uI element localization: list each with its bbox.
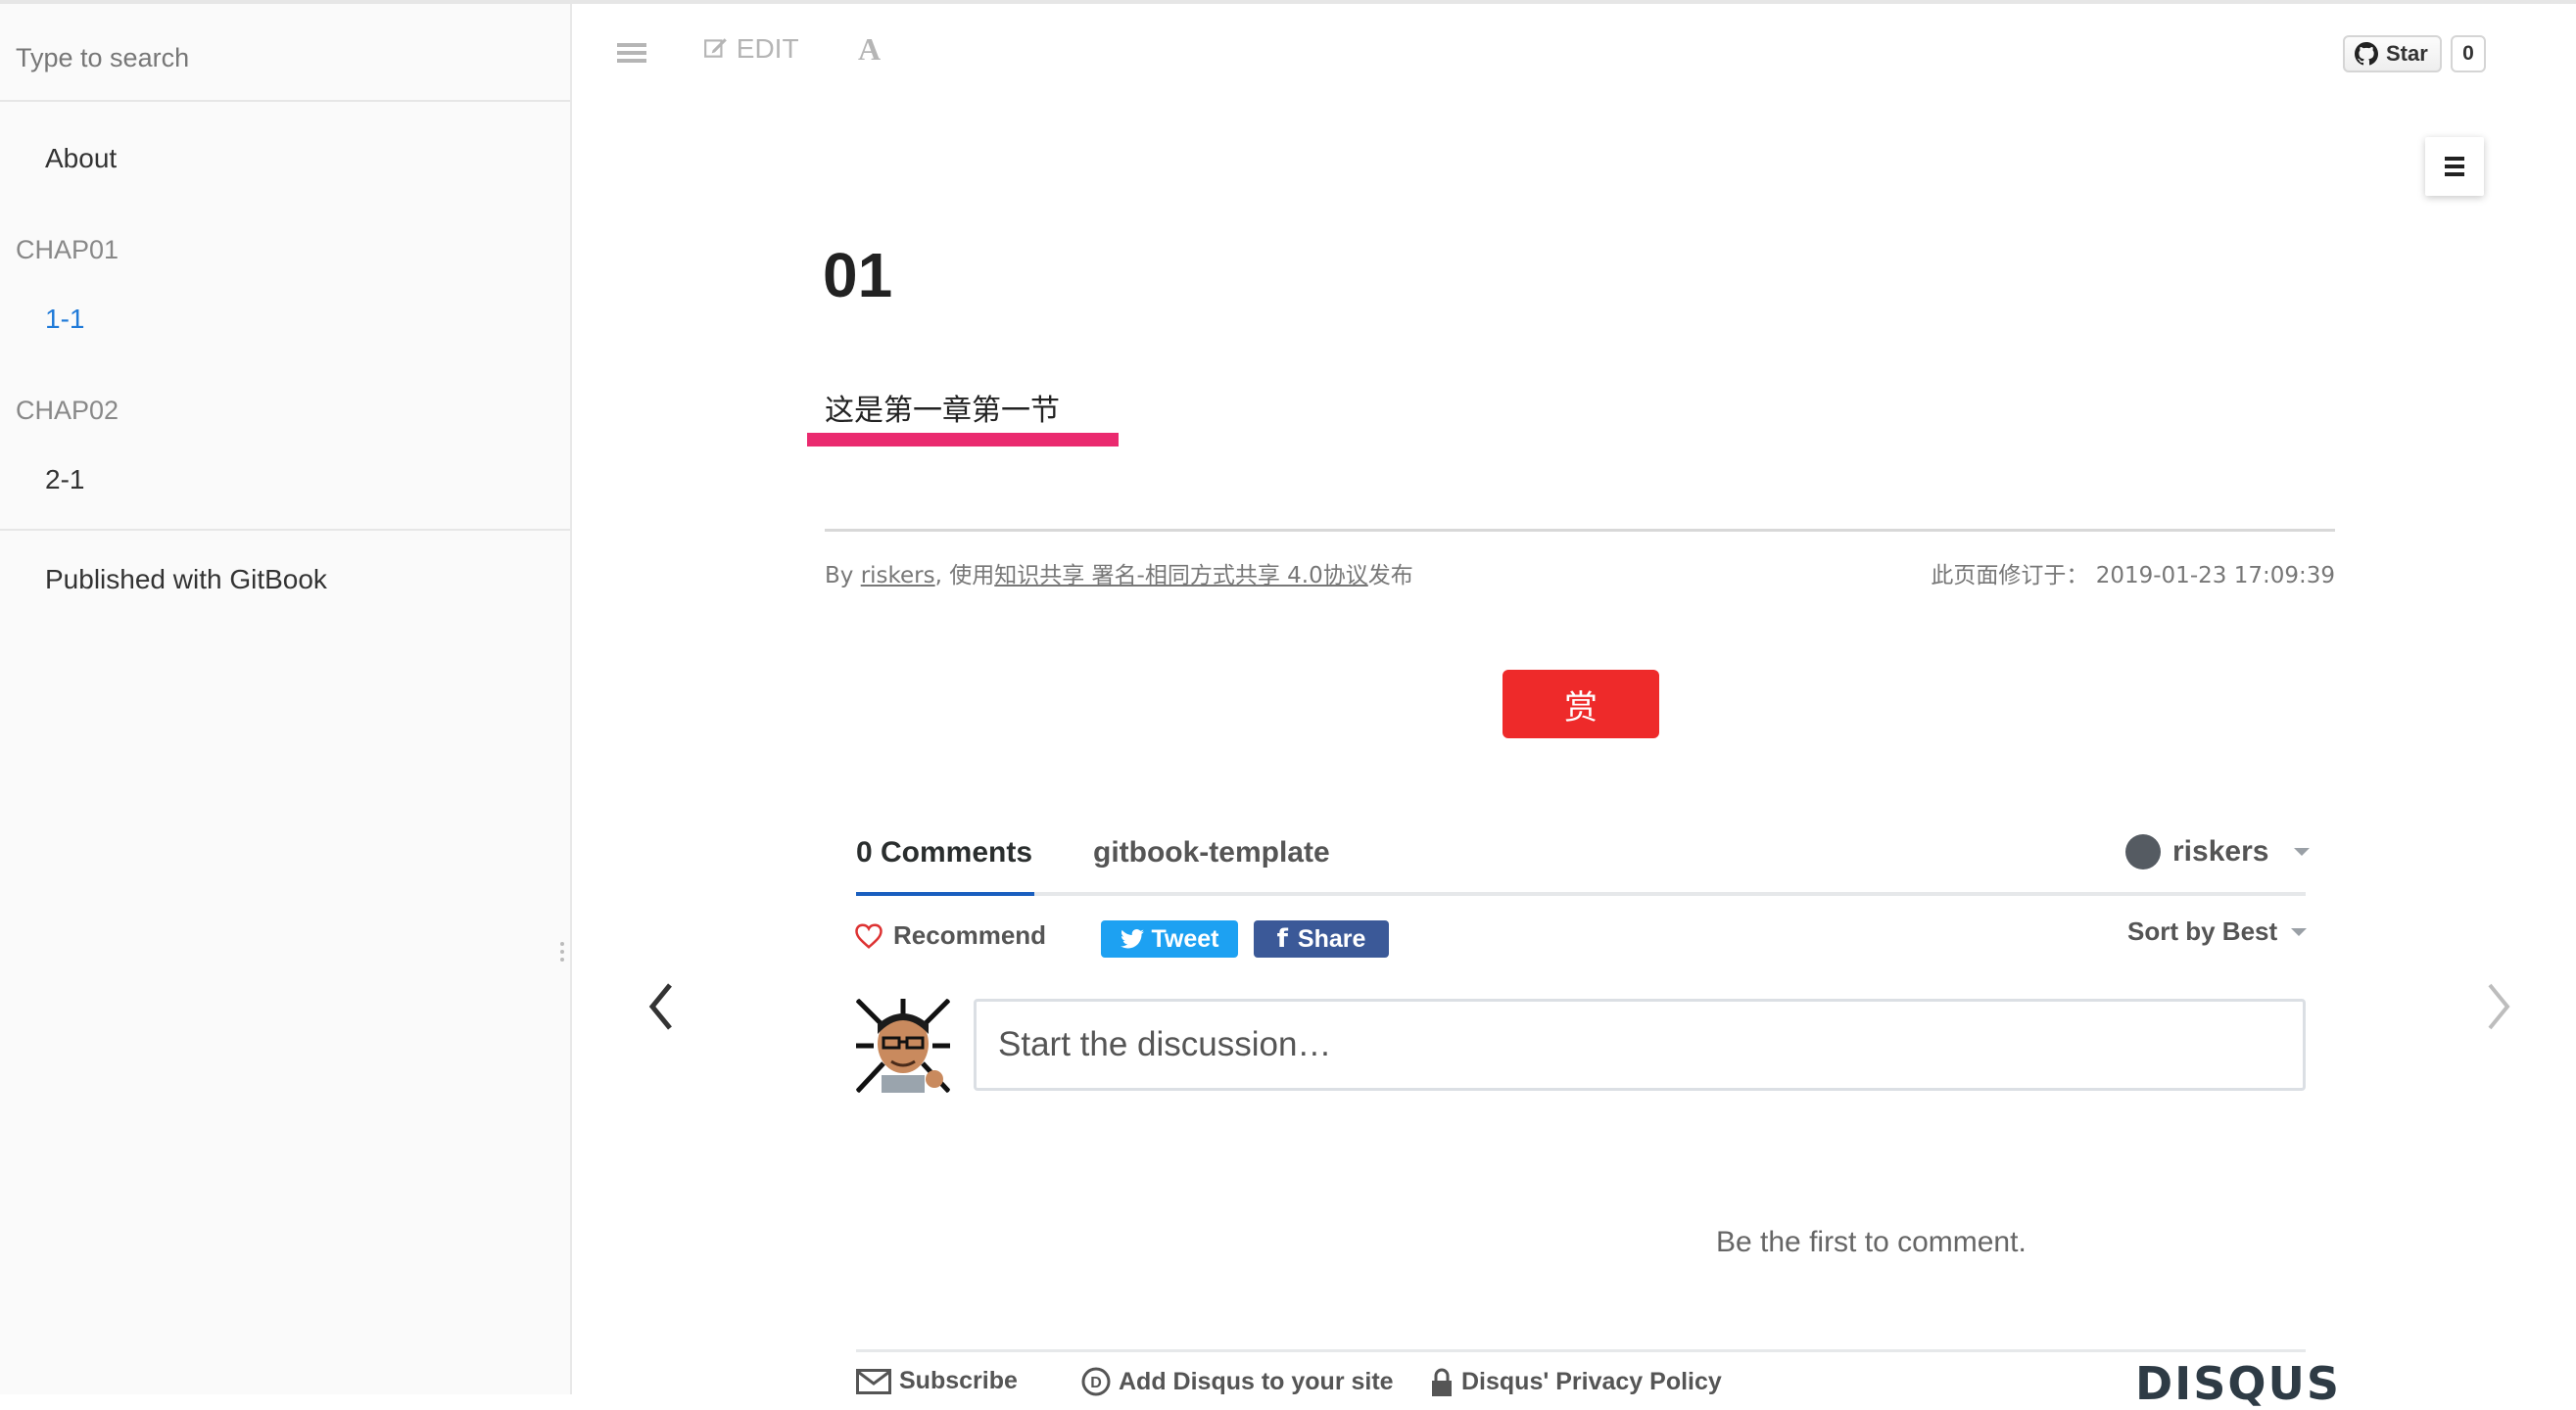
subscribe-label: Subscribe bbox=[899, 1367, 1018, 1394]
search-bar bbox=[0, 4, 570, 102]
sidebar-resize-handle[interactable] bbox=[560, 942, 566, 967]
disqus-user-avatar bbox=[2125, 834, 2161, 870]
twitter-icon bbox=[1120, 929, 1144, 949]
edit-button[interactable]: EDIT bbox=[703, 33, 799, 65]
sort-label: Sort by Best bbox=[2127, 916, 2278, 946]
sidebar-header-chap01: CHAP01 bbox=[16, 235, 119, 264]
github-star-count[interactable]: 0 bbox=[2451, 35, 2486, 72]
tweet-button[interactable]: Tweet bbox=[1101, 920, 1238, 958]
disqus-icon: D bbox=[1081, 1367, 1111, 1396]
next-page-arrow-icon[interactable] bbox=[2478, 979, 2517, 1034]
envelope-icon bbox=[856, 1368, 891, 1394]
disqus-footer-line bbox=[856, 1349, 2306, 1352]
recommend-label: Recommend bbox=[893, 920, 1047, 950]
tweet-label: Tweet bbox=[1151, 924, 1219, 953]
heart-icon bbox=[855, 922, 883, 949]
chevron-down-icon bbox=[2291, 927, 2308, 936]
add-disqus-label: Add Disqus to your site bbox=[1119, 1367, 1394, 1395]
content-divider bbox=[825, 529, 2335, 532]
comment-input[interactable] bbox=[974, 999, 2306, 1091]
edit-label: EDIT bbox=[736, 33, 799, 64]
github-star-button[interactable]: Star bbox=[2343, 35, 2442, 72]
privacy-policy-link[interactable]: Disqus' Privacy Policy bbox=[1430, 1367, 1722, 1396]
sidebar-divider bbox=[0, 529, 570, 531]
sidebar-item-2-1[interactable]: 2-1 bbox=[45, 464, 84, 495]
page-body-text: 这是第一章第一节 bbox=[825, 394, 1060, 428]
add-disqus-link[interactable]: D Add Disqus to your site bbox=[1081, 1367, 1394, 1396]
facebook-icon: f bbox=[1276, 924, 1288, 954]
previous-page-arrow-icon[interactable] bbox=[643, 979, 682, 1034]
modified-time: 此页面修订于： 2019-01-23 17:09:39 bbox=[1931, 556, 2335, 589]
recommend-button[interactable]: Recommend bbox=[854, 920, 1046, 951]
disqus-username: riskers bbox=[2172, 835, 2269, 868]
disqus-tab-line bbox=[856, 892, 2306, 896]
share-label: Share bbox=[1297, 924, 1366, 953]
lock-icon bbox=[1432, 1368, 1452, 1396]
font-settings-button[interactable]: A bbox=[858, 31, 881, 68]
disqus-user-menu[interactable]: riskers bbox=[2125, 834, 2311, 870]
modified-timestamp: 2019-01-23 17:09:39 bbox=[2095, 563, 2335, 588]
copyright-line: By riskers, 使用知识共享 署名-相同方式共享 4.0协议发布 bbox=[825, 556, 1413, 589]
highlight-underline bbox=[807, 433, 1119, 446]
search-input[interactable] bbox=[14, 27, 547, 88]
sidebar: About CHAP01 1-1 CHAP02 2-1 Published wi… bbox=[0, 4, 572, 1394]
disqus-tab-comments[interactable]: 0 Comments bbox=[856, 836, 1032, 870]
published-with-gitbook-link[interactable]: Published with GitBook bbox=[45, 564, 327, 595]
subscribe-link[interactable]: Subscribe bbox=[856, 1367, 1018, 1395]
sidebar-item-about[interactable]: About bbox=[45, 143, 117, 174]
toggle-sidebar-icon[interactable] bbox=[617, 43, 646, 67]
copyright-suffix: 发布 bbox=[1367, 563, 1413, 588]
reward-button[interactable]: 赏 bbox=[1503, 670, 1659, 738]
svg-text:D: D bbox=[1090, 1375, 1102, 1391]
copyright-sep: , 使用 bbox=[934, 563, 995, 588]
no-comments-text: Be the first to comment. bbox=[1716, 1226, 2027, 1258]
disqus-active-tab-indicator bbox=[856, 892, 1034, 896]
sidebar-header-chap02: CHAP02 bbox=[16, 396, 119, 425]
disqus-logo[interactable]: DISQUS bbox=[2135, 1357, 2341, 1410]
page-title: 01 bbox=[823, 240, 893, 310]
copyright-by: By bbox=[825, 563, 861, 588]
commenter-avatar bbox=[856, 999, 950, 1093]
edit-icon bbox=[704, 38, 727, 58]
github-icon bbox=[2355, 42, 2378, 66]
modified-label: 此页面修订于： bbox=[1931, 563, 2089, 588]
author-link[interactable]: riskers bbox=[861, 563, 935, 588]
facebook-share-button[interactable]: f Share bbox=[1254, 920, 1389, 958]
toc-menu-button[interactable] bbox=[2425, 137, 2484, 196]
sidebar-item-1-1[interactable]: 1-1 bbox=[45, 304, 84, 335]
license-link[interactable]: 知识共享 署名-相同方式共享 4.0协议 bbox=[994, 563, 1368, 588]
chevron-down-icon bbox=[2294, 848, 2311, 856]
sort-dropdown[interactable]: Sort by Best bbox=[2127, 916, 2308, 947]
github-star-label: Star bbox=[2386, 41, 2428, 66]
privacy-label: Disqus' Privacy Policy bbox=[1461, 1367, 1722, 1395]
disqus-tab-site[interactable]: gitbook-template bbox=[1093, 836, 1330, 870]
